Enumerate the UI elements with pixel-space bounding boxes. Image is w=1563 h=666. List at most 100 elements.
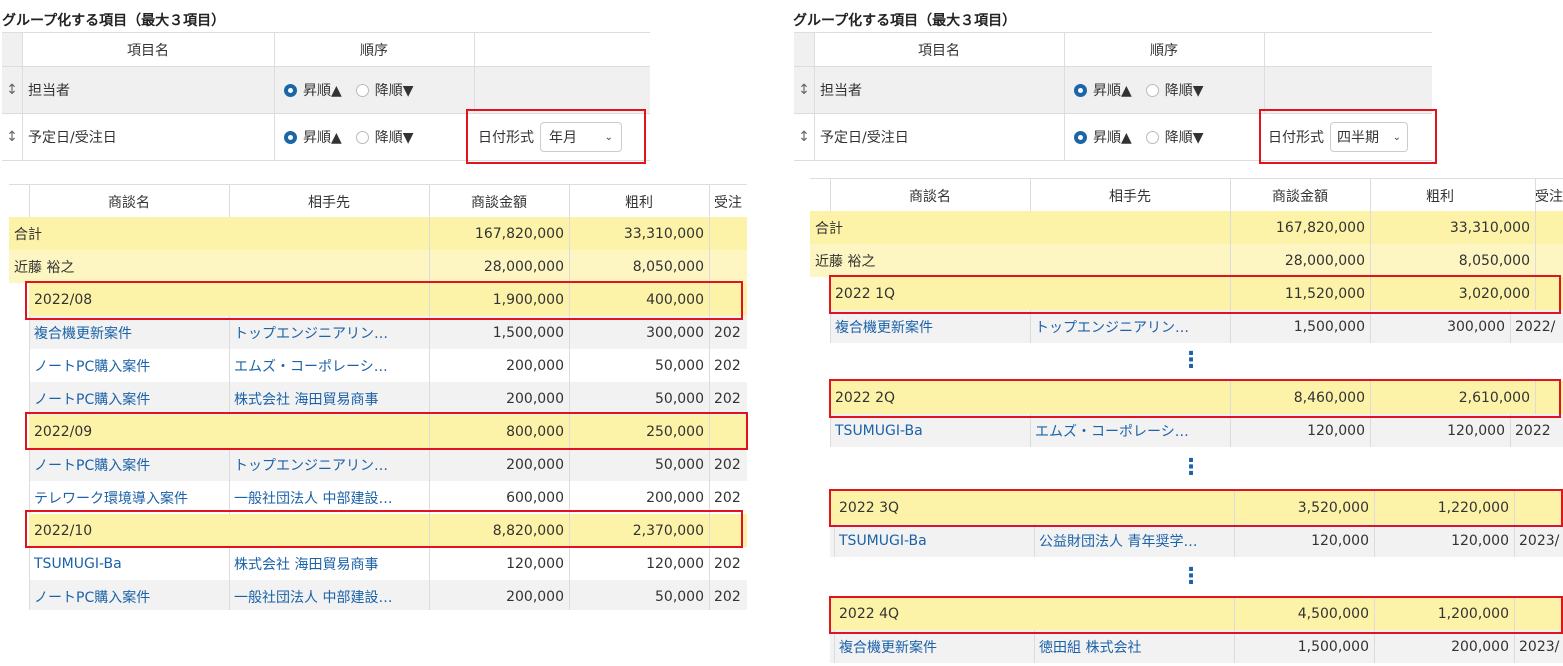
right-date-asc-radio[interactable]: 昇順▲ <box>1074 127 1132 147</box>
left-total-amount: 167,820,000 <box>474 225 564 242</box>
deal-name-link[interactable]: ノートPC購入案件 <box>29 382 229 415</box>
table-row[interactable]: ノートPC購入案件 株式会社 海田貿易商事 200,000 50,000 202 <box>9 382 747 415</box>
right-person-desc-label: 降順▼ <box>1164 83 1204 99</box>
date-cell: 202 <box>714 555 741 572</box>
partner-link[interactable]: 公益財団法人 青年奨学… <box>1034 524 1234 557</box>
left-cfg-row-person-name: 担当者 <box>28 83 70 99</box>
left-col-order-date[interactable]: 受注 <box>709 185 747 218</box>
drag-handle-icon[interactable]: ↕ <box>794 67 814 113</box>
right-highlight-group-1q <box>829 275 1561 314</box>
partner-link[interactable]: 一般社団法人 中部建設… <box>229 580 429 610</box>
right-person-desc-radio[interactable]: 降順▼ <box>1145 80 1204 100</box>
right-date-desc-radio[interactable]: 降順▼ <box>1145 127 1204 147</box>
table-row[interactable]: 複合機更新案件 徳田組 株式会社 1,500,000 200,000 2023/ <box>810 630 1563 663</box>
partner-link[interactable]: トップエンジニアリン… <box>229 316 429 349</box>
partner-link[interactable]: トップエンジニアリン… <box>229 448 429 481</box>
right-highlight-group-3q <box>829 489 1563 527</box>
left-col-profit[interactable]: 粗利 <box>569 185 709 218</box>
right-col-deal-name[interactable]: 商談名 <box>830 179 1030 212</box>
partner-link[interactable]: 株式会社 海田貿易商事 <box>229 382 429 415</box>
right-person-asc-radio[interactable]: 昇順▲ <box>1074 80 1132 100</box>
date-cell: 202 <box>714 324 741 341</box>
left-cfg-row-person[interactable]: ↕ 担当者 昇順▲ 降順▼ <box>2 67 650 114</box>
left-total-profit: 33,310,000 <box>623 225 704 242</box>
amount-cell: 1,500,000 <box>492 324 564 341</box>
table-row[interactable]: ノートPC購入案件 トップエンジニアリン… 200,000 50,000 202 <box>9 448 747 481</box>
left-col-deal-name[interactable]: 商談名 <box>29 185 229 218</box>
right-person-asc-label: 昇順▲ <box>1093 83 1132 99</box>
deal-name-link[interactable]: ノートPC購入案件 <box>29 580 229 610</box>
left-person-asc-label: 昇順▲ <box>303 83 342 99</box>
right-total-label: 合計 <box>815 220 843 237</box>
deal-name-link[interactable]: ノートPC購入案件 <box>29 349 229 382</box>
left-person-desc-radio[interactable]: 降順▼ <box>355 80 414 100</box>
deal-name-link[interactable]: TSUMUGI-Ba <box>830 414 1030 447</box>
profit-cell: 120,000 <box>646 555 704 572</box>
date-cell: 202 <box>714 390 741 407</box>
table-row[interactable]: 複合機更新案件 トップエンジニアリン… 1,500,000 300,000 20… <box>9 316 747 349</box>
deal-name-link[interactable]: TSUMUGI-Ba <box>29 547 229 580</box>
profit-cell: 300,000 <box>646 324 704 341</box>
date-cell: 202 <box>714 456 741 473</box>
right-cfg-header-name: 項目名 <box>918 42 960 59</box>
drag-handle-icon[interactable]: ↕ <box>794 114 814 160</box>
left-cfg-header-order: 順序 <box>360 42 388 59</box>
partner-link[interactable]: 株式会社 海田貿易商事 <box>229 547 429 580</box>
table-row[interactable]: TSUMUGI-Ba 株式会社 海田貿易商事 120,000 120,000 2… <box>9 547 747 580</box>
right-person-row: 近藤 裕之 28,000,000 8,050,000 <box>810 244 1563 277</box>
right-total-amount: 167,820,000 <box>1275 219 1365 236</box>
deal-name-link[interactable]: ノートPC購入案件 <box>29 448 229 481</box>
drag-handle-icon[interactable]: ↕ <box>2 67 22 113</box>
left-col-amount[interactable]: 商談金額 <box>429 185 569 218</box>
partner-link[interactable]: 徳田組 株式会社 <box>1034 630 1234 663</box>
date-cell: 2023/ <box>1519 532 1560 549</box>
right-highlight-date-format <box>1259 109 1437 164</box>
left-person-asc-radio[interactable]: 昇順▲ <box>284 80 342 100</box>
date-cell: 2023/ <box>1519 638 1560 655</box>
deal-name-link[interactable]: 複合機更新案件 <box>830 310 1030 343</box>
left-group-title: グループ化する項目（最大３項目） <box>2 13 226 29</box>
amount-cell: 1,500,000 <box>1293 318 1365 335</box>
right-cfg-row-person-name: 担当者 <box>820 83 862 99</box>
partner-link[interactable]: エムズ・コーポレーシ… <box>1030 414 1230 447</box>
left-date-desc-label: 降順▼ <box>374 130 414 146</box>
deal-name-link[interactable]: 複合機更新案件 <box>834 630 1034 663</box>
profit-cell: 120,000 <box>1451 532 1509 549</box>
amount-cell: 200,000 <box>506 390 564 407</box>
right-total-profit: 33,310,000 <box>1449 219 1530 236</box>
table-row[interactable]: ノートPC購入案件 エムズ・コーポレーシ… 200,000 50,000 202 <box>9 349 747 382</box>
right-col-partner[interactable]: 相手先 <box>1030 179 1230 212</box>
right-col-amount[interactable]: 商談金額 <box>1230 179 1370 212</box>
right-highlight-group-4q <box>829 596 1563 634</box>
partner-link[interactable]: トップエンジニアリン… <box>1030 310 1230 343</box>
table-row[interactable]: TSUMUGI-Ba 公益財団法人 青年奨学… 120,000 120,000 … <box>810 524 1563 557</box>
amount-cell: 200,000 <box>506 588 564 605</box>
drag-handle-icon[interactable]: ↕ <box>2 114 22 160</box>
right-cfg-row-date-name: 予定日/受注日 <box>820 130 909 146</box>
left-highlight-group-2022-08 <box>25 281 743 320</box>
left-cfg-header: 項目名 順序 <box>2 33 650 67</box>
table-row[interactable]: TSUMUGI-Ba エムズ・コーポレーシ… 120,000 120,000 2… <box>810 414 1563 447</box>
amount-cell: 120,000 <box>1307 422 1365 439</box>
partner-link[interactable]: エムズ・コーポレーシ… <box>229 349 429 382</box>
amount-cell: 200,000 <box>506 456 564 473</box>
profit-cell: 300,000 <box>1447 318 1505 335</box>
left-cfg-header-name: 項目名 <box>127 42 169 59</box>
table-row[interactable]: 複合機更新案件 トップエンジニアリン… 1,500,000 300,000 20… <box>810 310 1563 343</box>
right-col-profit[interactable]: 粗利 <box>1370 179 1510 212</box>
amount-cell: 1,500,000 <box>1297 638 1369 655</box>
ellipsis-icon: ⋮ <box>1180 348 1202 373</box>
amount-cell: 200,000 <box>506 357 564 374</box>
left-col-partner[interactable]: 相手先 <box>229 185 429 218</box>
left-date-asc-radio[interactable]: 昇順▲ <box>284 127 342 147</box>
right-cfg-row-person[interactable]: ↕ 担当者 昇順▲ 降順▼ <box>794 67 1432 114</box>
ellipsis-icon: ⋮ <box>1180 455 1202 480</box>
table-row[interactable]: ノートPC購入案件 一般社団法人 中部建設… 200,000 50,000 20… <box>9 580 747 610</box>
left-person-row: 近藤 裕之 28,000,000 8,050,000 <box>9 250 747 283</box>
deal-name-link[interactable]: 複合機更新案件 <box>29 316 229 349</box>
profit-cell: 50,000 <box>655 390 704 407</box>
deal-name-link[interactable]: TSUMUGI-Ba <box>834 524 1034 557</box>
right-cfg-header-gutter <box>794 33 814 66</box>
profit-cell: 120,000 <box>1447 422 1505 439</box>
left-date-desc-radio[interactable]: 降順▼ <box>355 127 414 147</box>
